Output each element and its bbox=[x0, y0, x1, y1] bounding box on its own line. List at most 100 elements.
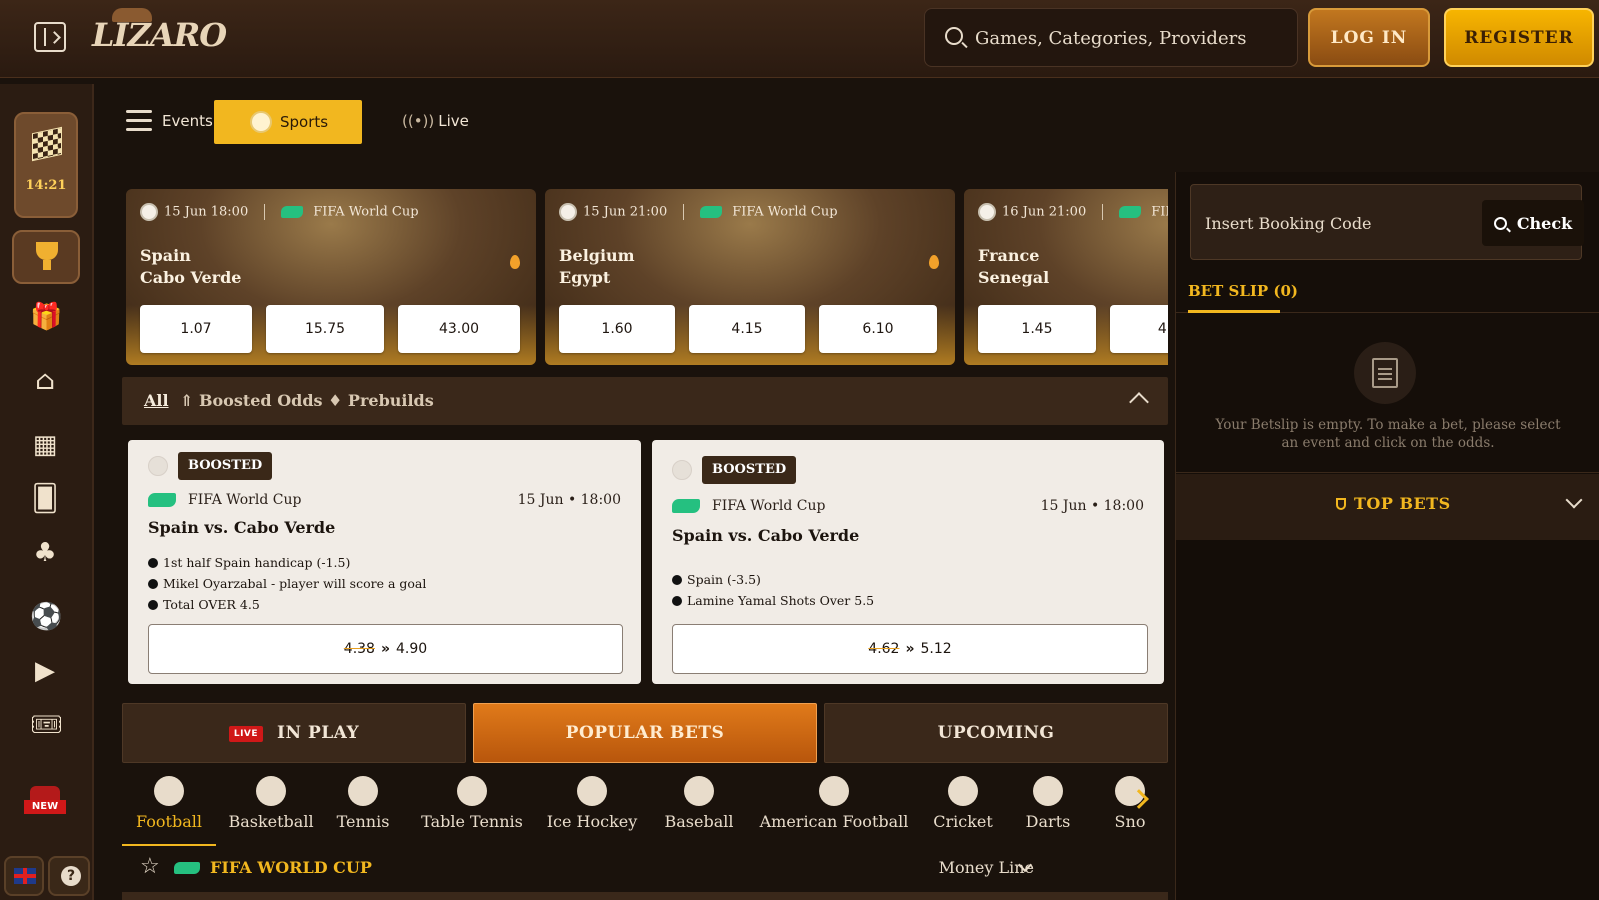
away-team: Egypt bbox=[559, 268, 611, 287]
match-card[interactable]: 16 Jun 21:00 FIFA World Cup France Senega… bbox=[964, 189, 1168, 365]
odd-button-draw[interactable]: 4.15 bbox=[689, 305, 805, 353]
double-chevron-icon: » bbox=[380, 641, 391, 657]
check-button[interactable]: Check bbox=[1482, 200, 1584, 246]
home-icon[interactable]: ⌂ bbox=[30, 366, 60, 396]
tab-events[interactable]: Events bbox=[162, 112, 213, 130]
play-icon[interactable]: ▶ bbox=[30, 656, 60, 686]
sport-tennis[interactable]: Tennis bbox=[330, 772, 396, 846]
double-chevron-icon: » bbox=[905, 641, 915, 657]
register-button[interactable]: REGISTER bbox=[1444, 8, 1594, 67]
logo[interactable]: LIZARO bbox=[92, 8, 227, 64]
odd-button-home[interactable]: 1.60 bbox=[559, 305, 675, 353]
football-icon bbox=[559, 203, 577, 221]
sport-snooker[interactable]: Sno bbox=[1110, 772, 1150, 846]
filter-all[interactable]: All bbox=[144, 391, 169, 410]
checkered-flag-icon bbox=[32, 126, 62, 162]
search-input[interactable] bbox=[975, 23, 1285, 53]
match-competition: FIFA World Cup bbox=[732, 204, 838, 220]
bet-selection: 1st half Spain handicap (-1.5) bbox=[148, 552, 426, 573]
sport-darts[interactable]: Darts bbox=[1018, 772, 1078, 846]
home-team: Belgium bbox=[559, 246, 635, 265]
clover-icon[interactable]: ♣ bbox=[30, 538, 60, 568]
empty-betslip-text: Your Betslip is empty. To make a bet, pl… bbox=[1215, 417, 1561, 451]
live-badge: LIVE bbox=[228, 725, 264, 742]
sport-label: Sno bbox=[1114, 812, 1146, 831]
match-date: 16 Jun 21:00 bbox=[1002, 204, 1087, 220]
football-icon[interactable]: ⚽ bbox=[30, 602, 62, 632]
booking-code-input[interactable] bbox=[1205, 209, 1465, 237]
sport-basketball[interactable]: Basketball bbox=[224, 772, 318, 846]
chevron-down-icon[interactable] bbox=[1565, 491, 1583, 509]
match-competition: FIFA World Cup bbox=[1151, 204, 1168, 220]
match-competition: FIFA World Cup bbox=[313, 204, 419, 220]
trophy-icon bbox=[1336, 498, 1346, 510]
filter-prebuilds[interactable]: ♦ Prebuilds bbox=[328, 391, 434, 410]
rocket-icon: ⇑ bbox=[180, 391, 199, 410]
chevron-up-icon[interactable] bbox=[1129, 392, 1149, 412]
new-games-button[interactable]: NEW bbox=[22, 784, 68, 820]
sport-cricket[interactable]: Cricket bbox=[928, 772, 998, 846]
trophy-button[interactable] bbox=[12, 230, 80, 284]
race-widget[interactable]: 14:21 bbox=[14, 112, 78, 218]
new-badge-icon bbox=[30, 786, 60, 800]
top-bets-header[interactable]: TOP BETS bbox=[1176, 474, 1599, 540]
filter-boosted-odds[interactable]: ⇑ Boosted Odds bbox=[180, 391, 323, 410]
odd-button-draw[interactable]: 15.75 bbox=[266, 305, 384, 353]
gift-icon[interactable]: 🎁 bbox=[30, 302, 62, 332]
tab-live[interactable]: ((•)) Live bbox=[402, 112, 469, 130]
top-bets-label: TOP BETS bbox=[1336, 494, 1451, 513]
help-button[interactable]: ? bbox=[48, 856, 90, 896]
football-icon bbox=[672, 460, 692, 480]
sport-football[interactable]: Football bbox=[122, 772, 216, 846]
cards-icon[interactable]: 🂠 bbox=[30, 484, 60, 514]
login-button[interactable]: LOG IN bbox=[1308, 8, 1430, 67]
match-card[interactable]: 15 Jun 21:00 FIFA World Cup Belgium Egypt… bbox=[545, 189, 955, 365]
sport-baseball[interactable]: Baseball bbox=[658, 772, 740, 846]
sport-table-tennis[interactable]: Table Tennis bbox=[416, 772, 528, 846]
odd-button-away[interactable]: 6.10 bbox=[819, 305, 937, 353]
search-box[interactable] bbox=[924, 8, 1298, 67]
away-team: Cabo Verde bbox=[140, 268, 242, 287]
bet-competition-label: FIFA World Cup bbox=[712, 498, 826, 514]
ticket-icon[interactable]: 🎟 bbox=[30, 710, 63, 740]
match-teams: France Senegal bbox=[978, 245, 1049, 289]
tab-bet-slip[interactable]: BET SLIP (0) bbox=[1188, 282, 1298, 300]
tab-upcoming[interactable]: UPCOMING bbox=[824, 703, 1168, 763]
world-cup-icon bbox=[672, 499, 700, 513]
tab-in-play[interactable]: LIVE IN PLAY bbox=[122, 703, 466, 763]
tab-sports[interactable]: Sports bbox=[214, 100, 362, 144]
new-badge-label: NEW bbox=[24, 800, 66, 814]
odd-button-away[interactable]: 43.00 bbox=[398, 305, 520, 353]
star-icon[interactable]: ☆ bbox=[140, 856, 160, 878]
odd-button-draw[interactable]: 4.4 bbox=[1110, 305, 1168, 353]
match-date: 15 Jun 18:00 bbox=[164, 204, 249, 220]
casino-icon[interactable]: ▦ bbox=[30, 430, 60, 460]
hamburger-icon[interactable] bbox=[126, 110, 152, 132]
tab-popular-bets[interactable]: POPULAR BETS bbox=[473, 703, 817, 763]
boosted-odds-button[interactable]: 4.38 » 4.90 bbox=[148, 624, 623, 674]
sidebar-toggle-icon[interactable] bbox=[34, 22, 66, 52]
match-teams: Belgium Egypt bbox=[559, 245, 635, 289]
football-icon bbox=[148, 456, 168, 476]
hat-icon bbox=[112, 8, 152, 22]
sport-ice-hockey[interactable]: Ice Hockey bbox=[544, 772, 640, 846]
bet-title: Spain vs. Cabo Verde bbox=[672, 526, 860, 545]
bet-selection: Lamine Yamal Shots Over 5.5 bbox=[672, 590, 874, 611]
search-icon bbox=[1493, 216, 1507, 230]
language-button[interactable] bbox=[4, 856, 44, 896]
home-team: Spain bbox=[140, 246, 191, 265]
match-card[interactable]: 15 Jun 18:00 FIFA World Cup Spain Cabo Ve… bbox=[126, 189, 536, 365]
football-icon bbox=[978, 203, 996, 221]
bet-title: Spain vs. Cabo Verde bbox=[148, 518, 336, 537]
bet-selection: Spain (-3.5) bbox=[672, 569, 874, 590]
sport-american-football[interactable]: American Football bbox=[754, 772, 914, 846]
top-bar: LIZARO LOG IN REGISTER bbox=[0, 0, 1599, 78]
top-bets-text: TOP BETS bbox=[1354, 494, 1451, 513]
match-teams: Spain Cabo Verde bbox=[140, 245, 241, 289]
odd-button-home[interactable]: 1.07 bbox=[140, 305, 252, 353]
odd-button-home[interactable]: 1.45 bbox=[978, 305, 1096, 353]
fire-icon bbox=[510, 255, 520, 269]
boosted-odds-button[interactable]: 4.62 » 5.12 bbox=[672, 624, 1148, 674]
old-odds: 4.38 bbox=[343, 641, 375, 657]
betslip-icon bbox=[1354, 342, 1416, 404]
